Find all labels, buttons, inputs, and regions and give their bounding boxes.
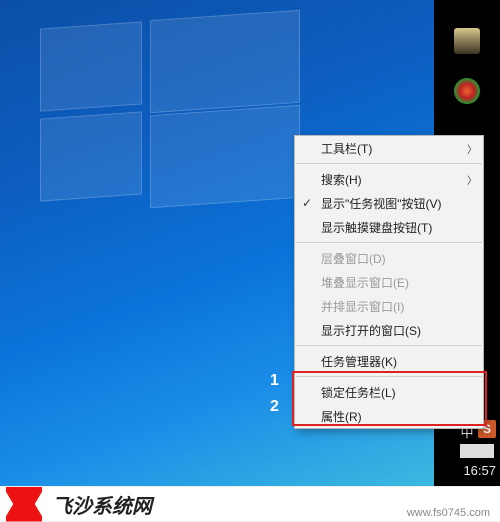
tray-white-square[interactable] bbox=[460, 444, 494, 458]
menu-separator bbox=[296, 376, 482, 377]
menu-label: 层叠窗口(D) bbox=[321, 250, 386, 267]
menu-separator bbox=[296, 345, 482, 346]
menu-label: 搜索(H) bbox=[321, 171, 362, 188]
menu-label: 任务管理器(K) bbox=[321, 353, 397, 370]
annotation-number-2: 2 bbox=[270, 398, 279, 416]
brand-logo-icon bbox=[6, 487, 42, 522]
menu-item-properties[interactable]: 属性(R) bbox=[295, 404, 483, 428]
annotation-number-1: 1 bbox=[270, 372, 279, 390]
windows-logo bbox=[40, 25, 300, 205]
menu-label: 并排显示窗口(I) bbox=[321, 298, 404, 315]
menu-item-stacked-windows: 堆叠显示窗口(E) bbox=[295, 270, 483, 294]
submenu-arrow-icon: 〉 bbox=[467, 172, 477, 187]
brand-url: www.fs0745.com bbox=[407, 507, 490, 519]
check-icon: ✓ bbox=[302, 196, 312, 210]
brand-name: 飞沙系统网 bbox=[52, 490, 152, 519]
menu-item-show-open-windows[interactable]: 显示打开的窗口(S) bbox=[295, 318, 483, 342]
menu-item-task-manager[interactable]: 任务管理器(K) bbox=[295, 349, 483, 373]
menu-item-search[interactable]: 搜索(H) 〉 bbox=[295, 167, 483, 191]
menu-label: 工具栏(T) bbox=[321, 140, 372, 157]
menu-label: 锁定任务栏(L) bbox=[321, 384, 396, 401]
menu-label: 显示"任务视图"按钮(V) bbox=[321, 195, 442, 212]
menu-item-sidebyside-windows: 并排显示窗口(I) bbox=[295, 294, 483, 318]
menu-label: 堆叠显示窗口(E) bbox=[321, 274, 409, 291]
menu-label: 属性(R) bbox=[321, 408, 362, 425]
menu-label: 显示触摸键盘按钮(T) bbox=[321, 219, 432, 236]
menu-item-show-touch-keyboard[interactable]: 显示触摸键盘按钮(T) bbox=[295, 215, 483, 239]
tray-app-icon-2[interactable] bbox=[454, 78, 480, 104]
watermark-footer: 飞沙系统网 www.fs0745.com bbox=[0, 486, 500, 521]
submenu-arrow-icon: 〉 bbox=[467, 141, 477, 156]
menu-item-toolbar[interactable]: 工具栏(T) 〉 bbox=[295, 136, 483, 160]
menu-item-show-task-view[interactable]: ✓ 显示"任务视图"按钮(V) bbox=[295, 191, 483, 215]
tray-app-icon-1[interactable] bbox=[454, 28, 480, 54]
taskbar-context-menu: 工具栏(T) 〉 搜索(H) 〉 ✓ 显示"任务视图"按钮(V) 显示触摸键盘按… bbox=[294, 135, 484, 429]
menu-item-cascade-windows: 层叠窗口(D) bbox=[295, 246, 483, 270]
menu-label: 显示打开的窗口(S) bbox=[321, 322, 421, 339]
menu-item-lock-taskbar[interactable]: 锁定任务栏(L) bbox=[295, 380, 483, 404]
menu-separator bbox=[296, 242, 482, 243]
taskbar-clock[interactable]: 16:57 bbox=[434, 463, 496, 478]
menu-separator bbox=[296, 163, 482, 164]
screenshot-area: 中 S 16:57 工具栏(T) 〉 搜索(H) 〉 ✓ 显示"任务视图"按钮(… bbox=[0, 0, 500, 486]
